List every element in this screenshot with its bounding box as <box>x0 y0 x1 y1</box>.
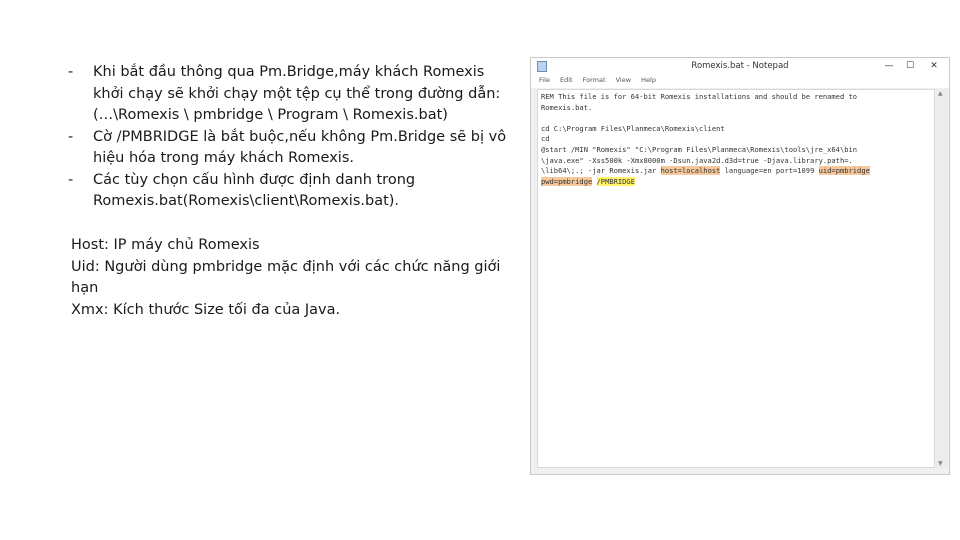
bullet-dash: - <box>68 171 74 188</box>
notepad-menubar: File Edit Format View Help <box>531 76 949 88</box>
bullet-item: - Khi bắt đầu thông qua Pm.Bridge,máy khá… <box>68 62 518 127</box>
bullet-text: Các tùy chọn cấu hình được định danh tro… <box>93 171 416 210</box>
highlight-pmbridge-flag: /PMBRIDGE <box>596 176 635 186</box>
code-line: cd C:\Program Files\Planmeca\Romexis\cli… <box>541 123 725 133</box>
menu-view[interactable]: View <box>616 76 631 84</box>
maximize-icon[interactable]: ☐ <box>900 59 920 74</box>
bullet-dash: - <box>68 64 74 80</box>
notepad-window: Romexis.bat - Notepad — ☐ ✕ File Edit Fo… <box>530 57 950 475</box>
code-segment: language=en port=1099 <box>720 166 819 176</box>
bullet-item: - Cờ /PMBRIDGE là bắt buộc,nếu không Pm.B… <box>68 127 518 170</box>
note-host: Host: IP máy chủ Romexis <box>71 237 260 253</box>
parameter-notes: Host: IP máy chủ Romexis Uid: Người dùng… <box>71 235 516 321</box>
menu-file[interactable]: File <box>539 76 550 84</box>
code-line: cd <box>541 134 550 144</box>
code-line: REM This file is for 64-bit Romexis inst… <box>541 92 858 101</box>
bullet-item: - Các tùy chọn cấu hình được định danh tr… <box>68 170 518 213</box>
note-uid: Uid: Người dùng pmbridge mặc định với cá… <box>71 258 501 297</box>
notepad-text-area[interactable]: REM This file is for 64-bit Romexis inst… <box>537 89 935 468</box>
code-line: @start /MIN "Romexis" "C:\Program Files\… <box>541 144 858 154</box>
code-segment: \lib64\;.; -jar Romexis.jar <box>541 166 661 176</box>
menu-edit[interactable]: Edit <box>560 76 573 84</box>
highlight-uid: uid=pmbridge <box>818 166 870 176</box>
vertical-scrollbar[interactable] <box>936 89 948 468</box>
highlight-host: host=localhost <box>660 166 721 176</box>
code-line: \java.exe" -Xss500k -Xmx8000m -Dsun.java… <box>541 155 853 165</box>
bullet-dash: - <box>68 128 74 145</box>
close-icon[interactable]: ✕ <box>922 59 946 74</box>
code-line: pwd=pmbridge /PMBRIDGE <box>541 176 931 188</box>
code-line: Romexis.bat. <box>541 102 593 112</box>
menu-help[interactable]: Help <box>641 76 656 84</box>
highlight-pwd: pwd=pmbridge <box>541 176 593 186</box>
code-line: \lib64\;.; -jar Romexis.jar host=localho… <box>541 166 931 177</box>
minimize-icon[interactable]: — <box>879 59 899 74</box>
notepad-titlebar[interactable]: Romexis.bat - Notepad — ☐ ✕ <box>531 58 949 76</box>
bullet-text: Cờ /PMBRIDGE là bắt buộc,nếu không Pm.Br… <box>93 128 507 167</box>
bullet-text: Khi bắt đầu thông qua Pm.Bridge,máy khác… <box>93 64 501 123</box>
note-xmx: Xmx: Kích thước Size tối đa của Java. <box>71 301 341 318</box>
bullet-list: - Khi bắt đầu thông qua Pm.Bridge,máy khá… <box>68 62 518 213</box>
menu-format[interactable]: Format <box>583 76 606 84</box>
